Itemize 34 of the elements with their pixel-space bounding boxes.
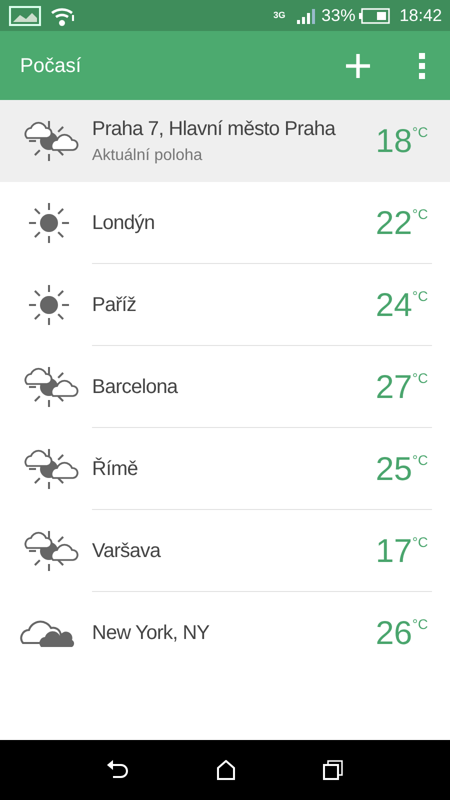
temperature: 18 [376, 124, 412, 157]
clock: 18:42 [399, 4, 442, 27]
battery-icon [359, 8, 392, 24]
temperature: 27 [376, 370, 412, 403]
battery-percent: 33% [321, 4, 356, 27]
plus-icon [345, 52, 371, 78]
home-icon[interactable] [216, 760, 236, 780]
temperature-unit: °C [412, 123, 428, 142]
location-name: Praha 7, Hlavní město Praha [92, 116, 337, 142]
location-name: New York, NY [92, 620, 210, 646]
location-name: Římě [92, 456, 139, 482]
location-name: Paříž [92, 292, 138, 318]
temperature: 22 [376, 206, 412, 239]
temperature-unit: °C [412, 533, 428, 552]
temperature: 24 [376, 288, 412, 321]
temperature-unit: °C [412, 451, 428, 470]
location-name: Varšava [92, 538, 162, 564]
more-icon [419, 52, 425, 78]
image-icon [8, 4, 42, 26]
back-icon[interactable] [107, 760, 130, 780]
location-subtitle: Aktuální poloha [92, 146, 204, 166]
signal-icon [297, 8, 318, 24]
temperature: 25 [376, 452, 412, 485]
temperature-unit: °C [412, 369, 428, 388]
location-name: Londýn [92, 210, 156, 236]
temperature-unit: °C [412, 287, 428, 306]
recent-apps-icon[interactable] [322, 760, 343, 780]
temperature: 26 [376, 616, 412, 649]
location-name: Barcelona [92, 374, 179, 400]
temperature-unit: °C [412, 615, 428, 634]
temperature: 17 [376, 534, 412, 567]
app-title: Počasí [20, 54, 82, 78]
temperature-unit: °C [412, 205, 428, 224]
network-type: 3G [273, 11, 286, 20]
